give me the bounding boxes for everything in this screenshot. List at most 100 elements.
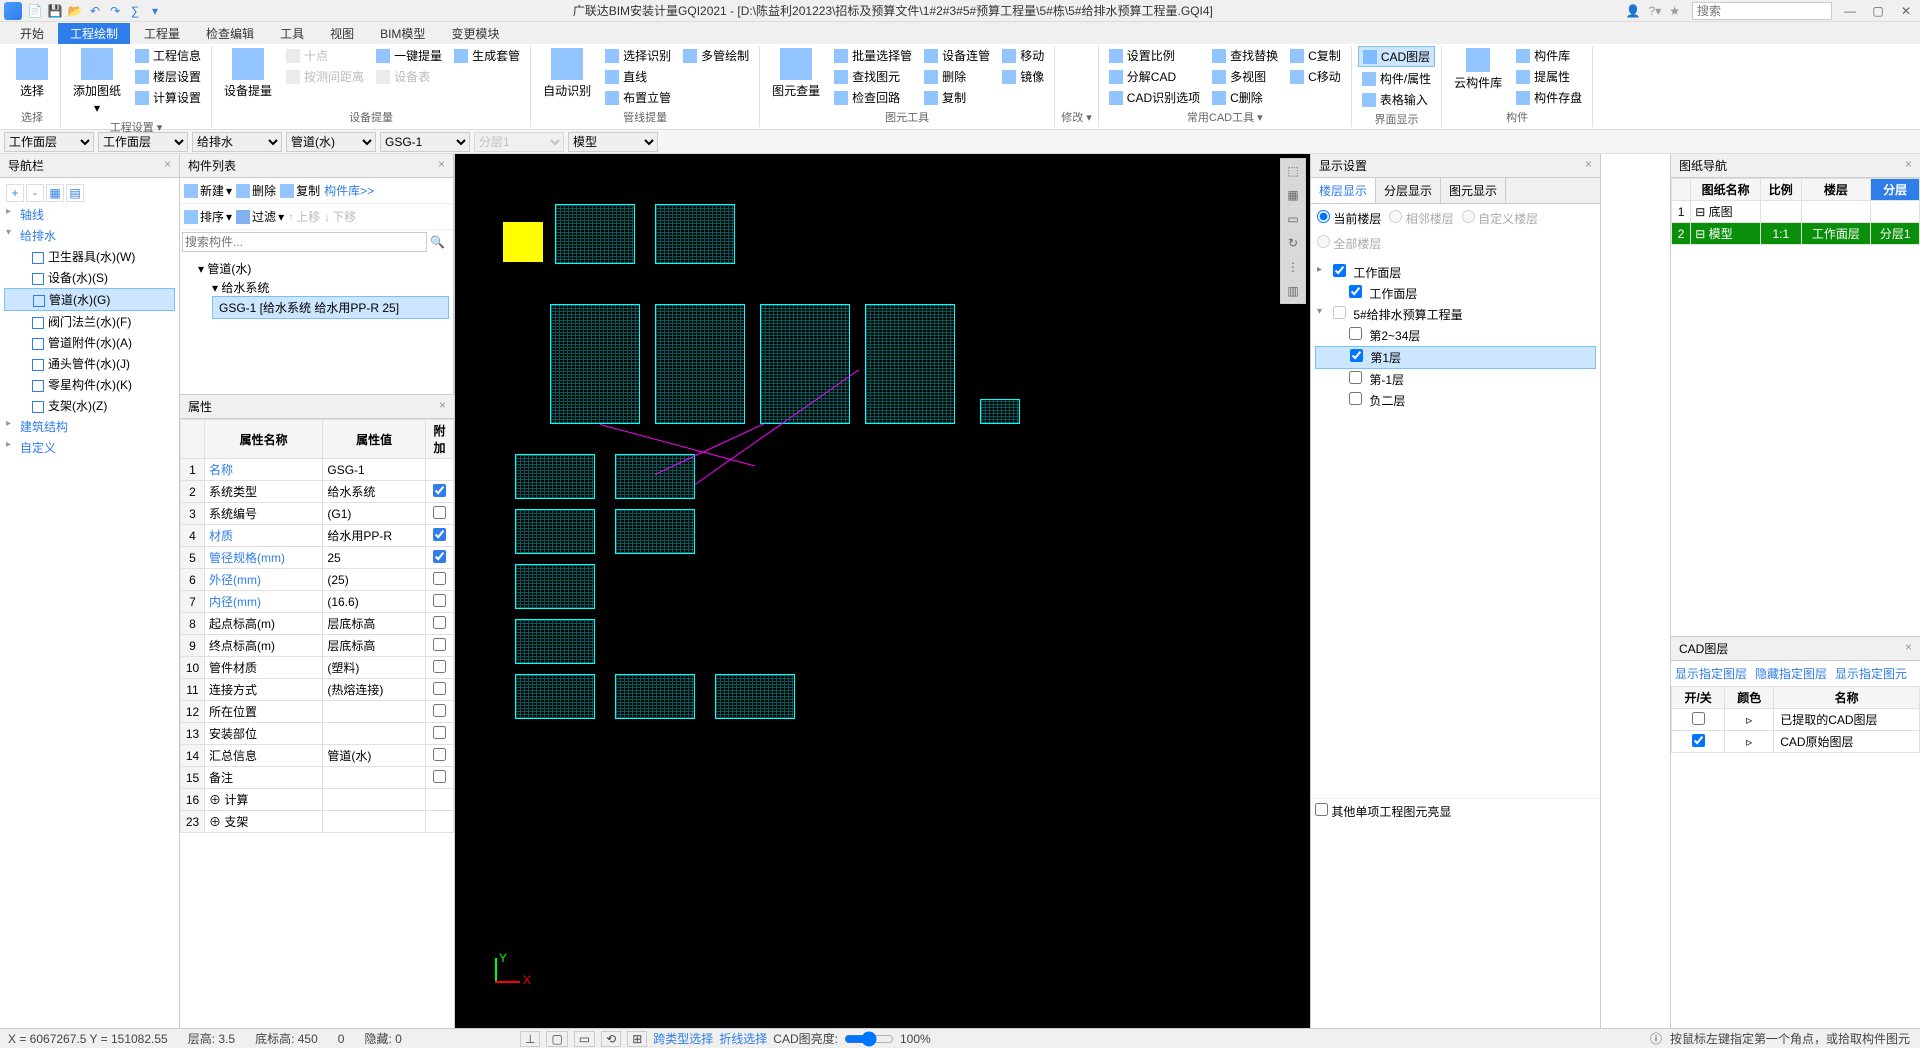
nav-item[interactable]: 阀门法兰(水)(F) [4,311,175,332]
tab-layer-disp[interactable]: 分层显示 [1376,178,1441,203]
qat-open-icon[interactable]: 📂 [66,2,84,20]
view-front-icon[interactable]: ▭ [1281,207,1305,231]
menu-tab-7[interactable]: 变更模块 [439,23,511,44]
comp-item-gsg1[interactable]: GSG-1 [给水系统 给水用PP-R 25] [212,296,449,319]
comp-delete-button[interactable]: 删除 [236,182,276,199]
gen-sleeve-button[interactable]: 生成套管 [450,46,524,65]
cad-viewport[interactable]: Y X ⬚ ▦ ▭ ↻ ⋮ ▥ [455,154,1310,1028]
auto-recognize-button[interactable]: 自动识别 [537,46,597,101]
disp-close-icon[interactable]: × [1585,157,1592,174]
c-delete-button[interactable]: C删除 [1208,88,1282,107]
view-rotate-icon[interactable]: ↻ [1281,231,1305,255]
qat-sort-icon[interactable]: ∑ [126,2,144,20]
sb-btn4[interactable]: ⟲ [601,1031,621,1047]
show-element-link[interactable]: 显示指定图元 [1835,665,1907,682]
comp-system[interactable]: ▾ 给水系统 GSG-1 [给水系统 给水用PP-R 25] [198,277,449,321]
search-icon[interactable]: 🔍 [430,235,445,249]
group-label-modify[interactable]: 修改 ▾ [1061,107,1092,127]
nav-item[interactable]: 卫生器具(水)(W) [4,246,175,267]
disp-item[interactable]: 第2~34层 [1315,325,1596,346]
view-grid-icon[interactable]: ▥ [1281,279,1305,303]
prop-row[interactable]: 5管径规格(mm)25 [181,547,454,569]
prop-row[interactable]: 7内径(mm)(16.6) [181,591,454,613]
menu-tab-3[interactable]: 检查编辑 [194,23,266,44]
work-layer2-select[interactable]: 工作面层 [98,132,188,152]
cad-layer-button[interactable]: CAD图层 [1358,46,1435,67]
nav-item[interactable]: 支架(水)(Z) [4,395,175,416]
menu-tab-2[interactable]: 工程量 [132,23,192,44]
menu-tab-1[interactable]: 工程绘制 [58,23,130,44]
view-top-icon[interactable]: ▦ [1281,183,1305,207]
prop-row[interactable]: 13安装部位 [181,723,454,745]
nav-item[interactable]: 给排水 [4,225,175,246]
c-copy-button[interactable]: C复制 [1286,46,1345,65]
group-label-cad[interactable]: 常用CAD工具 ▾ [1105,107,1345,127]
prop-row[interactable]: 9终点标高(m)层底标高 [181,635,454,657]
prop-row[interactable]: 6外径(mm)(25) [181,569,454,591]
extract-prop-button[interactable]: 提属性 [1512,67,1586,86]
save-component-button[interactable]: 构件存盘 [1512,88,1586,107]
comp-sort-button[interactable]: 排序 ▾ [184,208,232,225]
sb-collapse[interactable]: 折线选择 [719,1030,767,1047]
nav-item[interactable]: 管道(水)(G) [4,288,175,311]
work-layer1-select[interactable]: 工作面层 [4,132,94,152]
props-close-icon[interactable]: × [439,398,446,415]
comp-copy-button[interactable]: 复制 [280,182,320,199]
nav-item[interactable]: 通头管件(水)(J) [4,353,175,374]
pipe-select[interactable]: 管道(水) [286,132,376,152]
view-3d-icon[interactable]: ⬚ [1281,159,1305,183]
sb-cross-sel[interactable]: 跨类型选择 [653,1030,713,1047]
radio-all-floor[interactable]: 全部楼层 [1317,235,1381,252]
radio-custom-floor[interactable]: 自定义楼层 [1462,210,1538,227]
radio-current-floor[interactable]: 当前楼层 [1317,210,1381,227]
one-click-button[interactable]: 一键提量 [372,46,446,65]
check-loop-button[interactable]: 检查回路 [830,88,916,107]
explode-cad-button[interactable]: 分解CAD [1105,67,1204,86]
riser-button[interactable]: 布置立管 [601,88,675,107]
menu-tab-5[interactable]: 视图 [318,23,366,44]
nav-item[interactable]: 零星构件(水)(K) [4,374,175,395]
mirror-button[interactable]: 镜像 [998,67,1048,86]
select-recognize-button[interactable]: 选择识别 [601,46,675,65]
tab-element-disp[interactable]: 图元显示 [1441,178,1506,203]
radio-adj-floor[interactable]: 相邻楼层 [1389,210,1453,227]
minimize-icon[interactable]: — [1840,4,1860,18]
set-scale-button[interactable]: 设置比例 [1105,46,1204,65]
disp-item[interactable]: ▾ 5#给排水预算工程量 [1315,304,1596,325]
nav-tb-3[interactable]: ▦ [46,184,64,202]
cad-layer-row[interactable]: ▹CAD原始图层 [1672,731,1920,753]
nav-item[interactable]: 轴线 [4,204,175,225]
delete-button[interactable]: 删除 [920,67,994,86]
component-lib-button[interactable]: 构件库 [1512,46,1586,65]
comp-close-icon[interactable]: × [438,157,445,174]
prop-row[interactable]: 1名称GSG-1 [181,459,454,481]
nav-item[interactable]: 管道附件(水)(A) [4,332,175,353]
dwg-nav-close-icon[interactable]: × [1905,157,1912,174]
add-drawing-button[interactable]: 添加图纸▾ [67,46,127,117]
disp-item[interactable]: 负二层 [1315,390,1596,411]
disp-item[interactable]: 第-1层 [1315,369,1596,390]
prop-row[interactable]: 3系统编号(G1) [181,503,454,525]
line-button[interactable]: 直线 [601,67,675,86]
prop-row[interactable]: 12所在位置 [181,701,454,723]
nav-tb-4[interactable]: ▤ [66,184,84,202]
cadlayer-close-icon[interactable]: × [1905,640,1912,657]
select-button[interactable]: 选择 [10,46,54,101]
other-proj-highlight[interactable]: 其他单项工程图元亮显 [1315,805,1451,819]
device-measure-button[interactable]: 设备提量 [218,46,278,101]
multi-pipe-button[interactable]: 多管绘制 [679,46,753,65]
sb-btn1[interactable]: ⊥ [520,1031,540,1047]
disp-item[interactable]: 工作面层 [1315,283,1596,304]
comp-up-button[interactable]: ↑ 上移 [288,208,320,225]
move-button[interactable]: 移动 [998,46,1048,65]
close-icon[interactable]: ✕ [1896,4,1916,18]
dwg-row[interactable]: 2⊟ 模型1:1工作面层分层1 [1672,223,1920,245]
qat-undo-icon[interactable]: ↶ [86,2,104,20]
element-measure-button[interactable]: 图元查量 [766,46,826,101]
prop-row[interactable]: 16⊕ 计算 [181,789,454,811]
prop-row[interactable]: 23⊕ 支架 [181,811,454,833]
sb-btn2[interactable]: ▢ [546,1031,567,1047]
prop-row[interactable]: 11连接方式(热熔连接) [181,679,454,701]
menu-tab-4[interactable]: 工具 [268,23,316,44]
nav-tb-1[interactable]: + [6,184,24,202]
